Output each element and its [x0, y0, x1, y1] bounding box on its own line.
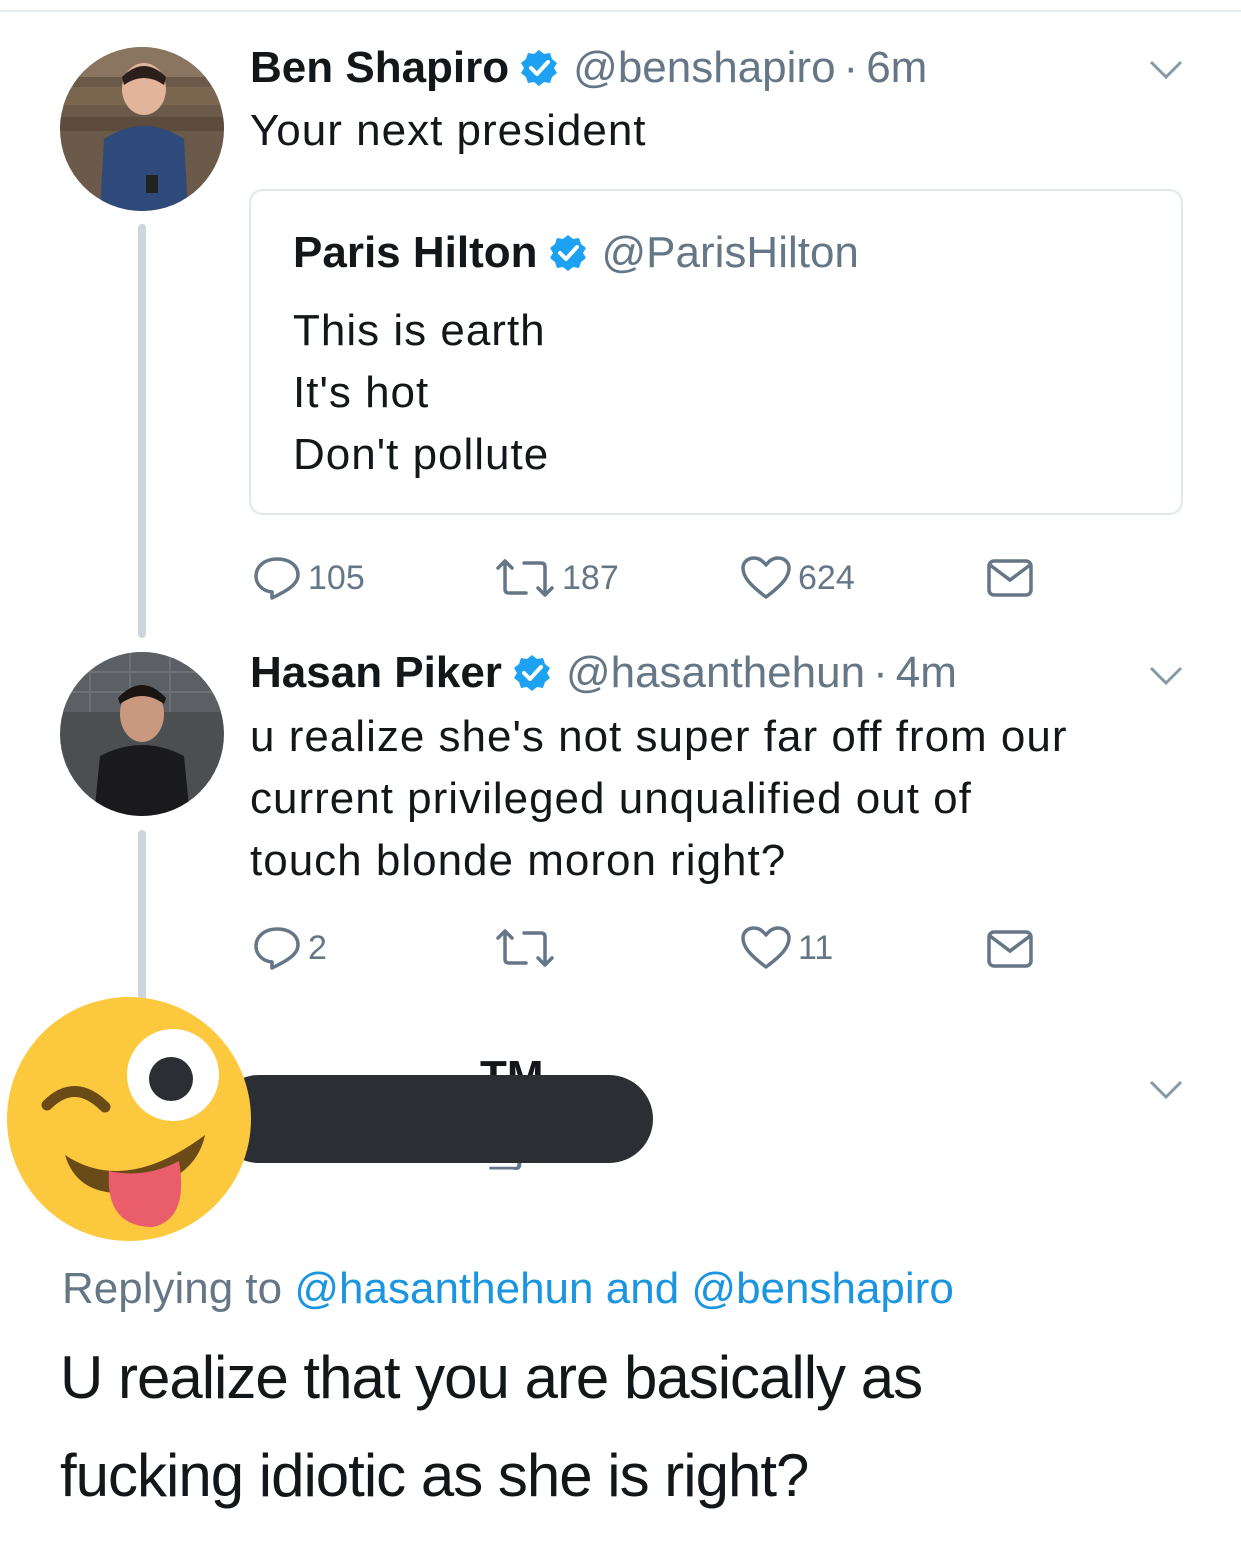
like-count: 624 [798, 558, 855, 597]
retweet-button[interactable]: 187 [494, 555, 619, 601]
verified-icon [512, 653, 552, 693]
envelope-icon [987, 930, 1033, 968]
retweet-icon [496, 559, 554, 597]
quote-header: Paris Hilton @ParisHilton [293, 227, 859, 279]
quote-line: Don't pollute [293, 430, 550, 479]
winking-face-with-tongue-emoji [5, 995, 253, 1243]
tweet-text-line: u realize she's not super far off from o… [250, 712, 1068, 761]
mention-hasanthehun[interactable]: @hasanthehun [294, 1264, 593, 1313]
chevron-down-icon[interactable] [1148, 664, 1184, 688]
direct-message-button[interactable] [986, 556, 1034, 605]
like-button[interactable]: 11 [740, 925, 833, 971]
mention-and: and [605, 1264, 680, 1313]
top-divider [0, 10, 1241, 12]
verified-icon [548, 233, 588, 273]
tweet-header: Ben Shapiro @benshapiro · 6m [250, 42, 927, 94]
separator-dot: · [843, 43, 859, 92]
verified-icon [519, 48, 559, 88]
quoted-tweet[interactable]: Paris Hilton @ParisHilton This is earth … [249, 189, 1183, 515]
reply-button[interactable]: 2 [252, 925, 327, 971]
author-name[interactable]: Ben Shapiro [250, 42, 509, 94]
chevron-down-icon[interactable] [1148, 1078, 1184, 1102]
avatar-hasan-piker[interactable] [60, 652, 224, 816]
separator-dot: · [873, 648, 888, 697]
reply-button[interactable]: 105 [252, 555, 365, 601]
replying-to: Replying to @hasanthehun and @benshapiro [62, 1264, 954, 1314]
like-count: 11 [798, 928, 834, 967]
reply-text-line: fucking idiotic as she is right? [60, 1442, 809, 1509]
timestamp[interactable]: 6m [866, 42, 927, 94]
tweet-text: Your next president [250, 106, 647, 155]
replying-label: Replying to [62, 1264, 283, 1313]
tweet-text-line: touch blonde moron right? [250, 836, 787, 885]
chevron-down-icon[interactable] [1148, 58, 1184, 82]
tweet-header: Hasan Piker @hasanthehun · 4m [250, 647, 957, 699]
quote-line: It's hot [293, 368, 430, 417]
direct-message-button[interactable] [986, 927, 1034, 976]
author-name[interactable]: Hasan Piker [250, 647, 502, 699]
redaction-bar [215, 1075, 653, 1163]
reply-text-line: U realize that you are basically as [60, 1344, 923, 1411]
heart-icon [741, 556, 791, 599]
author-handle[interactable]: @hasanthehun [566, 647, 865, 699]
mention-benshapiro[interactable]: @benshapiro [691, 1264, 953, 1313]
reply-icon [254, 927, 300, 970]
quote-author-handle: @ParisHilton [601, 228, 859, 277]
author-handle[interactable]: @benshapiro [573, 42, 835, 94]
avatar-ben-shapiro[interactable] [60, 47, 224, 211]
retweet-button[interactable] [494, 925, 562, 971]
heart-icon [741, 926, 791, 969]
reply-icon [254, 557, 300, 600]
reply-count: 105 [308, 558, 365, 597]
thread-line [138, 224, 146, 638]
retweet-icon [496, 929, 554, 967]
reply-count: 2 [308, 928, 327, 967]
timestamp[interactable]: 4m [896, 647, 957, 699]
retweet-count: 187 [562, 558, 619, 597]
thread-line [138, 830, 146, 1000]
envelope-icon [987, 559, 1033, 597]
quote-author-name: Paris Hilton [293, 228, 538, 277]
quote-line: This is earth [293, 306, 546, 355]
like-button[interactable]: 624 [740, 555, 855, 601]
tweet-text-line: current privileged unqualified out of [250, 774, 972, 823]
